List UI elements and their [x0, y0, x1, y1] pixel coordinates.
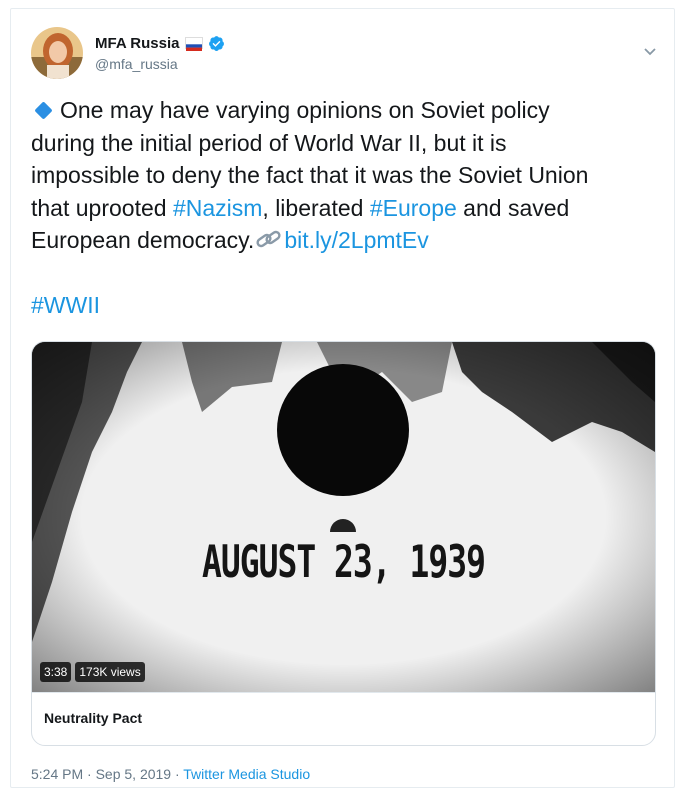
media-card[interactable]: AUGUST 23, 1939 3:38 173K views Neutrali… [31, 341, 656, 746]
video-views-badge: 173K views [75, 662, 145, 682]
tweet-text-line4-mid: , liberated [262, 194, 370, 221]
tweet-header: MFA Russia @mfa_russia [31, 27, 671, 83]
user-handle[interactable]: @mfa_russia [95, 56, 178, 72]
name-row: MFA Russia [95, 33, 225, 53]
avatar[interactable] [31, 27, 83, 79]
tweet-line: European democracy. bit.ly/2LpmtEv [31, 224, 643, 257]
tweet-text-line1: One may have varying opinions on Soviet … [60, 97, 550, 123]
tweet-metadata: 5:24 PM · Sep 5, 2019 · Twitter Media St… [31, 766, 310, 782]
video-duration-badge: 3:38 [40, 662, 72, 682]
tweet-timestamp[interactable]: 5:24 PM · Sep 5, 2019 · [31, 766, 183, 782]
tweet-line: that uprooted #Nazism, liberated #Europe… [31, 192, 643, 225]
video-frame-image [32, 342, 655, 692]
tweet-line: One may have varying opinions on Soviet … [31, 94, 643, 127]
display-name[interactable]: MFA Russia [95, 35, 179, 52]
tweet-text-line3: impossible to deny the fact that it was … [31, 162, 589, 188]
tweet-text-line4-post: and saved [456, 194, 570, 221]
tweet-text-line5: European democracy. [31, 227, 255, 253]
video-player[interactable]: AUGUST 23, 1939 3:38 173K views [32, 342, 655, 692]
russia-flag-icon [185, 37, 204, 51]
short-url-link[interactable]: bit.ly/2LpmtEv [284, 227, 428, 253]
chevron-down-icon[interactable] [643, 43, 657, 56]
tweet-text-line2: during the initial period of World War I… [31, 129, 507, 156]
video-badges: 3:38 173K views [40, 662, 145, 682]
link-chain-icon [254, 227, 284, 249]
tweet-line-blank [31, 257, 643, 290]
tweet-source-link[interactable]: Twitter Media Studio [183, 766, 310, 782]
tweet-line: during the initial period of World War I… [31, 127, 643, 160]
tweet-text: One may have varying opinions on Soviet … [31, 94, 643, 322]
tweet-line: impossible to deny the fact that it was … [31, 159, 643, 192]
blue-diamond-icon [34, 101, 53, 120]
hashtag-europe-link[interactable]: #Europe [370, 195, 457, 221]
verified-badge-icon [208, 35, 225, 52]
hashtag-nazism-link[interactable]: #Nazism [173, 195, 262, 221]
media-caption[interactable]: Neutrality Pact [32, 692, 655, 745]
hashtag-wwii-link[interactable]: #WWII [31, 292, 100, 318]
tweet-text-line4-pre: that uprooted [31, 194, 173, 221]
tweet-card: MFA Russia @mfa_russia One may have vary… [10, 8, 675, 788]
video-overlay-text: AUGUST 23, 1939 [201, 535, 486, 588]
tweet-line: #WWII [31, 289, 643, 322]
